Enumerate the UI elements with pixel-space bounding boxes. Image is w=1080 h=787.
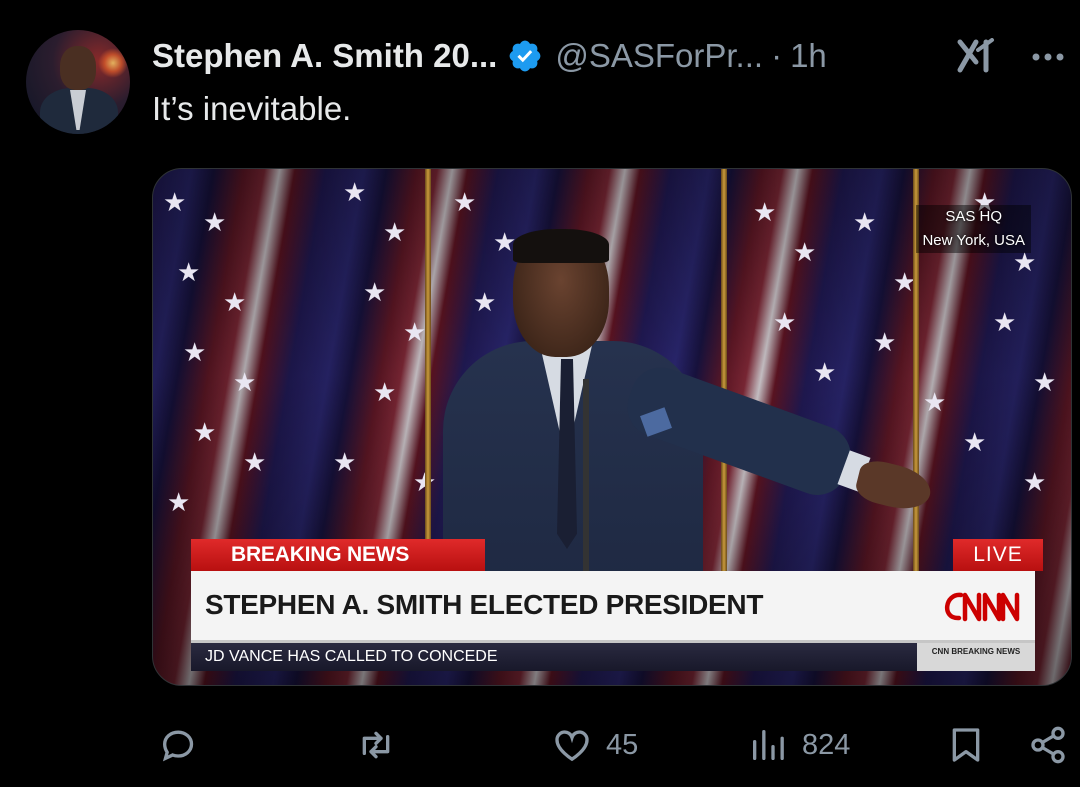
flag-star: ★ [963, 427, 987, 457]
flag-star: ★ [1033, 367, 1057, 397]
grok-icon[interactable] [956, 38, 1000, 74]
more-options-icon[interactable] [1028, 44, 1068, 70]
like-button[interactable]: 45 [552, 720, 638, 770]
views-count: 824 [802, 728, 851, 761]
reply-icon [162, 730, 194, 762]
flag-star: ★ [753, 197, 777, 227]
views-chart-icon [753, 730, 784, 760]
flag-pole [425, 169, 431, 589]
verified-badge-icon[interactable] [507, 38, 543, 74]
heart-icon [555, 730, 589, 762]
bookmark-icon [952, 728, 980, 762]
author-name[interactable]: Stephen A. Smith 20... [152, 37, 497, 75]
avatar-fireworks [98, 48, 128, 78]
bookmark-button[interactable] [946, 720, 986, 770]
repost-button[interactable] [356, 720, 396, 770]
avatar[interactable] [26, 30, 130, 134]
flag-star: ★ [233, 367, 257, 397]
separator-dot: · [771, 37, 783, 74]
flag-star: ★ [163, 187, 187, 217]
flag-star: ★ [363, 277, 387, 307]
tweet-media-image[interactable]: ★★★★★★★★★★★★★★★★★★★★★★★★★★★★★★★★★★ SAS H… [152, 168, 1072, 686]
speaker-figure [443, 229, 943, 641]
location-overlay: SAS HQ New York, USA [916, 205, 1031, 253]
flag-star: ★ [243, 447, 267, 477]
news-ticker: JD VANCE HAS CALLED TO CONCEDE CNN BREAK… [191, 643, 1035, 671]
live-label: LIVE [953, 539, 1043, 571]
flag-star: ★ [167, 487, 191, 517]
views-button[interactable]: 824 [748, 720, 850, 770]
flag-star: ★ [193, 417, 217, 447]
ticker-badge: CNN BREAKING NEWS [917, 643, 1035, 671]
flag-star: ★ [203, 207, 227, 237]
flag-star: ★ [183, 337, 207, 367]
flag-star: ★ [383, 217, 407, 247]
location-line1: SAS HQ [916, 205, 1031, 229]
author-handle[interactable]: @SASForPr... [555, 37, 763, 75]
flag-star: ★ [453, 187, 477, 217]
flag-star: ★ [993, 307, 1017, 337]
like-count: 45 [606, 728, 639, 761]
reply-button[interactable] [158, 720, 198, 770]
flag-star: ★ [343, 177, 367, 207]
ticker-text: JD VANCE HAS CALLED TO CONCEDE [205, 648, 498, 665]
flag-star: ★ [333, 447, 357, 477]
flag-star: ★ [373, 377, 397, 407]
flag-star: ★ [223, 287, 247, 317]
post-time[interactable]: 1h [790, 37, 827, 75]
flag-star: ★ [177, 257, 201, 287]
action-bar: 45 824 [0, 720, 1080, 770]
flag-star: ★ [403, 317, 427, 347]
location-line2: New York, USA [916, 229, 1031, 253]
tweet-text: It’s inevitable. [152, 90, 352, 127]
repost-icon [362, 731, 390, 759]
cnn-logo-icon [935, 585, 1023, 627]
avatar-head [60, 46, 96, 90]
breaking-news-label: BREAKING NEWS [191, 539, 485, 571]
share-icon [1031, 726, 1065, 764]
flag-star: ★ [1023, 467, 1047, 497]
chyron-headline: STEPHEN A. SMITH ELECTED PRESIDENT [205, 589, 764, 620]
share-button[interactable] [1028, 720, 1068, 770]
chyron: STEPHEN A. SMITH ELECTED PRESIDENT [191, 571, 1035, 643]
tweet-header: Stephen A. Smith 20... @SASForPr... · 1h [152, 34, 827, 78]
